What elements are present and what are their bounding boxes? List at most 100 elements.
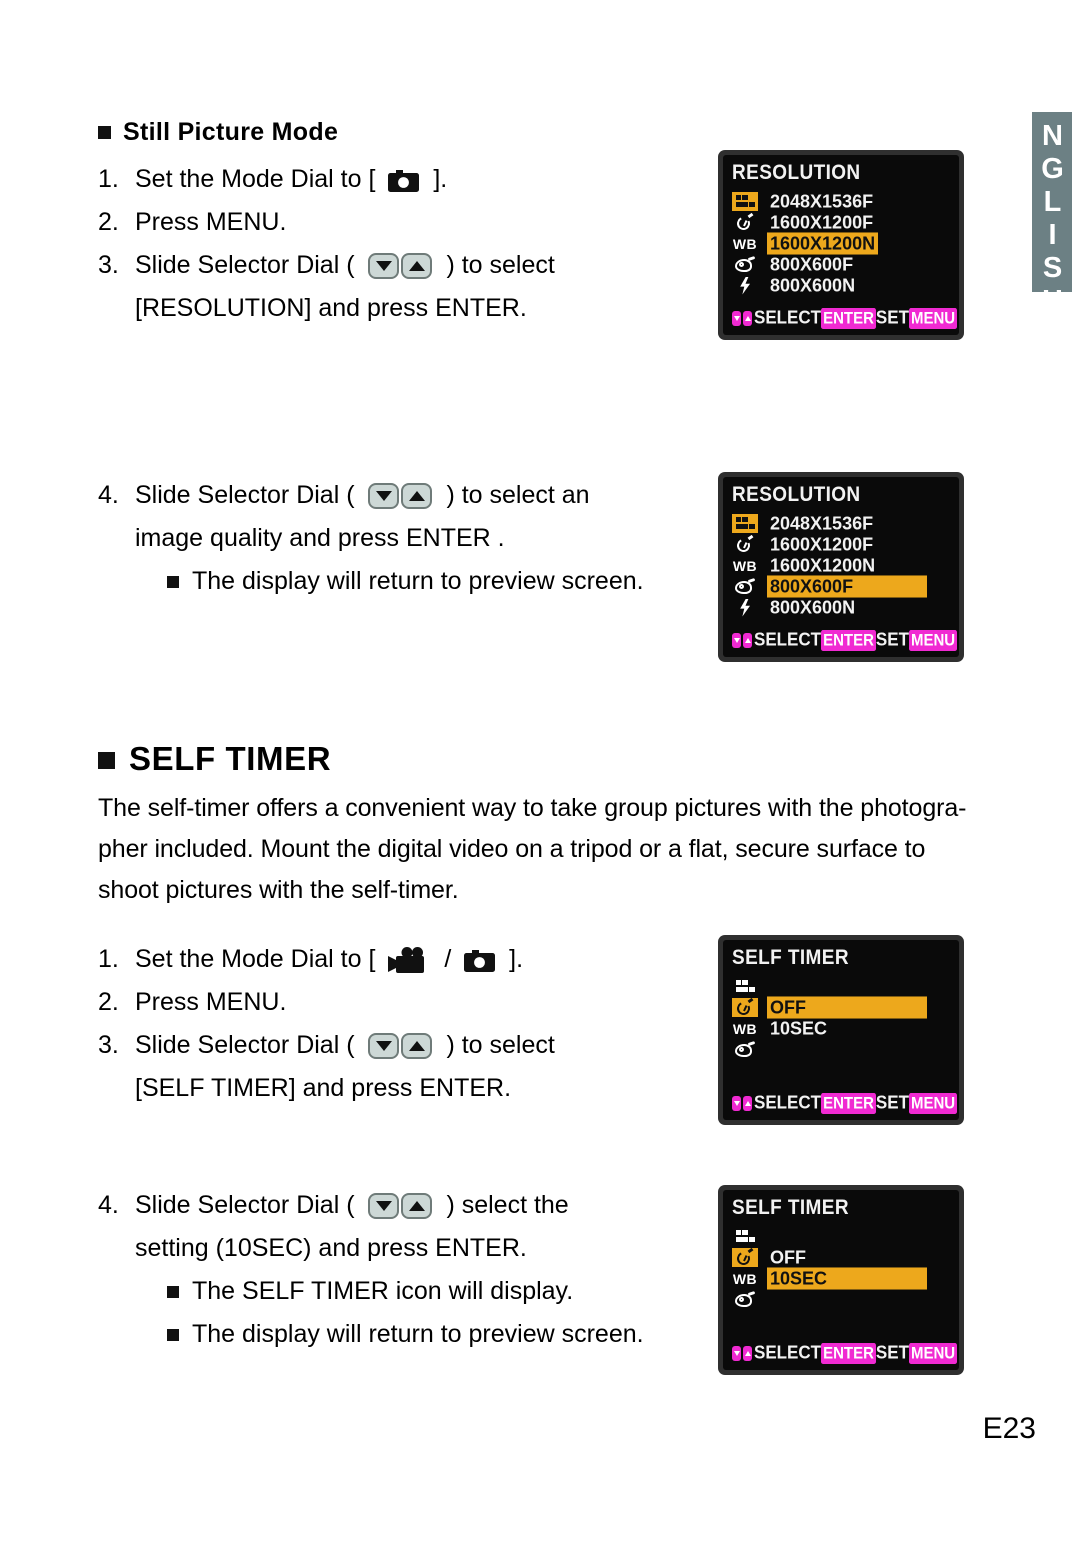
self-timer-clock-icon[interactable] bbox=[732, 997, 758, 1017]
lcd-option-selected[interactable]: OFF bbox=[767, 996, 927, 1019]
lcd-bottom-bar: SELECT ENTER SET MENU bbox=[723, 307, 959, 329]
step-item: 3. Slide Selector Dial ( ) to select [SE… bbox=[98, 1024, 728, 1110]
lcd-option[interactable]: 2048X1536F bbox=[767, 512, 927, 534]
white-balance-label: WB bbox=[732, 1020, 758, 1037]
lcd-bottom-bar: SELECT ENTER SET MENU bbox=[723, 1342, 959, 1364]
lcd-option[interactable]: 1600X1200N bbox=[767, 554, 927, 576]
lcd-option[interactable]: 10SEC bbox=[767, 1017, 927, 1039]
step-separator: / bbox=[444, 945, 452, 973]
lcd-enter-key: ENTER bbox=[821, 1092, 876, 1114]
still-picture-mode-heading: Still Picture Mode bbox=[98, 118, 338, 147]
white-balance-label: WB bbox=[732, 1270, 758, 1287]
selector-dial-icons bbox=[368, 1033, 433, 1060]
step-item: 2. Press MENU. bbox=[98, 201, 718, 244]
select-arrows-icon bbox=[732, 1095, 752, 1111]
step-item: 3. Slide Selector Dial ( ) to select [RE… bbox=[98, 244, 718, 330]
lcd-menu-group: MENU bbox=[908, 1092, 959, 1114]
step-continuation: setting (10SEC) and press ENTER. bbox=[135, 1234, 527, 1262]
flash-icon[interactable] bbox=[732, 598, 758, 617]
lcd-screen-resolution-1: RESOLUTION WB 2048X1536F 1600X1200F 1600… bbox=[718, 150, 964, 340]
effect-palette-icon[interactable] bbox=[732, 255, 758, 274]
lcd-option[interactable]: 1600X1200F bbox=[767, 533, 927, 555]
step-text: Press MENU. bbox=[135, 208, 287, 236]
lcd-option-selected[interactable]: 1600X1200N bbox=[767, 232, 879, 255]
lcd-select-label: SELECT bbox=[754, 307, 822, 328]
effect-palette-icon[interactable] bbox=[732, 1290, 758, 1309]
selector-dial-icons bbox=[368, 483, 433, 510]
still-picture-mode-step-4: 4. Slide Selector Dial ( ) to select an … bbox=[98, 474, 718, 603]
lcd-option-list: 2048X1536F 1600X1200F 1600X1200N 800X600… bbox=[767, 190, 879, 296]
step-text: Slide Selector Dial ( bbox=[135, 1191, 355, 1219]
lcd-menu-icon-column: WB bbox=[732, 192, 758, 295]
selector-dial-down-icon bbox=[368, 253, 400, 280]
step-bullet: The display will return to preview scree… bbox=[135, 1313, 738, 1356]
step-number: 3. bbox=[98, 251, 119, 279]
lcd-select-group: SELECT bbox=[732, 1092, 821, 1113]
step-number: 1. bbox=[98, 165, 119, 193]
body-line: The self-timer offers a convenient way t… bbox=[98, 794, 967, 822]
self-timer-heading-label: SELF TIMER bbox=[129, 740, 332, 777]
resolution-grid-icon[interactable] bbox=[732, 977, 758, 996]
effect-palette-icon[interactable] bbox=[732, 577, 758, 596]
selector-dial-down-icon bbox=[368, 1193, 400, 1220]
white-balance-icon[interactable]: WB bbox=[732, 556, 758, 575]
white-balance-icon[interactable]: WB bbox=[732, 234, 758, 253]
self-timer-steps: 1. Set the Mode Dial to [ / ]. 2. Press … bbox=[98, 938, 728, 1110]
select-down-arrow-icon bbox=[732, 310, 741, 326]
lcd-option[interactable]: OFF bbox=[767, 1246, 927, 1268]
step-continuation: [SELF TIMER] and press ENTER. bbox=[135, 1074, 512, 1102]
self-timer-body-text: The self-timer offers a convenient way t… bbox=[98, 788, 976, 911]
self-timer-clock-icon[interactable] bbox=[732, 1247, 758, 1267]
lcd-select-group: SELECT bbox=[732, 307, 822, 328]
step-bullet: The display will return to preview scree… bbox=[135, 560, 718, 603]
flash-icon[interactable] bbox=[732, 276, 758, 295]
step-item: 1. Set the Mode Dial to [ / ]. bbox=[98, 938, 728, 981]
white-balance-icon[interactable]: WB bbox=[732, 1019, 758, 1038]
step-text: Slide Selector Dial ( bbox=[135, 1031, 355, 1059]
lcd-enter-group: ENTER SET bbox=[821, 307, 909, 329]
select-arrows-icon bbox=[732, 632, 752, 648]
lcd-bottom-bar: SELECT ENTER SET MENU bbox=[723, 1092, 959, 1114]
lcd-option[interactable]: 800X600F bbox=[767, 253, 878, 275]
lcd-menu-group: MENU bbox=[908, 629, 959, 651]
lcd-option-selected[interactable]: 800X600F bbox=[767, 575, 927, 598]
select-arrows-icon bbox=[732, 1345, 752, 1361]
step-number: 3. bbox=[98, 1031, 119, 1059]
lcd-title: SELF TIMER bbox=[732, 1196, 849, 1220]
lcd-set-label: SET bbox=[875, 629, 909, 650]
lcd-option[interactable]: 1600X1200F bbox=[767, 211, 878, 233]
lcd-option[interactable]: 800X600N bbox=[767, 596, 927, 618]
step-text-after: ) select the bbox=[446, 1191, 569, 1219]
self-timer-clock-icon[interactable] bbox=[732, 534, 758, 554]
lcd-set-label: SET bbox=[875, 1092, 909, 1113]
bullet-square-icon bbox=[167, 1329, 179, 1341]
step-text-after: ]. bbox=[509, 945, 524, 973]
resolution-grid-icon[interactable] bbox=[732, 514, 758, 533]
self-timer-clock-icon[interactable] bbox=[732, 212, 758, 232]
step-bullet: The SELF TIMER icon will display. bbox=[135, 1270, 738, 1313]
step-item: 1. Set the Mode Dial to [ ]. bbox=[98, 158, 718, 201]
lcd-option-list: 2048X1536F 1600X1200F 1600X1200N 800X600… bbox=[767, 512, 927, 618]
white-balance-icon[interactable]: WB bbox=[732, 1269, 758, 1288]
lcd-menu-key: MENU bbox=[908, 1092, 958, 1114]
effect-palette-icon[interactable] bbox=[732, 1040, 758, 1059]
lcd-enter-key: ENTER bbox=[821, 1342, 876, 1364]
resolution-grid-icon[interactable] bbox=[732, 1227, 758, 1246]
step-number: 4. bbox=[98, 481, 119, 509]
lcd-enter-group: ENTER SET bbox=[821, 629, 909, 651]
lcd-option[interactable]: 800X600N bbox=[767, 274, 878, 296]
step-item: 2. Press MENU. bbox=[98, 981, 728, 1024]
select-down-arrow-icon bbox=[732, 1345, 741, 1361]
bullet-square-icon bbox=[98, 752, 115, 769]
lcd-option[interactable]: 2048X1536F bbox=[767, 190, 878, 212]
lcd-title: SELF TIMER bbox=[732, 946, 849, 970]
lcd-title: RESOLUTION bbox=[732, 161, 861, 185]
lcd-option-selected[interactable]: 10SEC bbox=[767, 1267, 927, 1290]
body-line: pher included. Mount the digital video o… bbox=[98, 835, 926, 863]
resolution-grid-icon[interactable] bbox=[732, 192, 758, 211]
still-camera-icon bbox=[388, 168, 420, 193]
lcd-enter-key: ENTER bbox=[821, 307, 876, 329]
page-number: E23 bbox=[982, 1412, 1036, 1445]
selector-dial-up-icon bbox=[401, 483, 433, 510]
step-text-after: ) to select bbox=[446, 1031, 555, 1059]
